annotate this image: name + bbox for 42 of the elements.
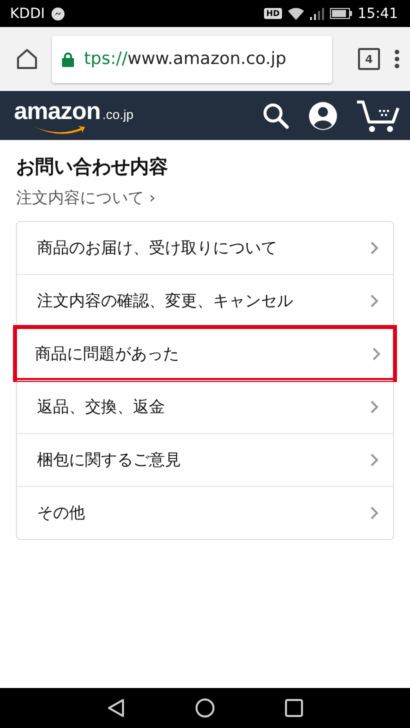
option-label: 返品、交換、返金 [37,396,165,418]
smile-arrow-icon [34,124,86,134]
url-text: tps://www.amazon.co.jp [84,49,286,69]
option-item[interactable]: その他 [17,486,393,539]
cart-icon[interactable] [356,98,400,132]
option-label: 注文内容の確認、変更、キャンセル [37,290,293,312]
option-label: その他 [37,502,85,524]
option-item[interactable]: 返品、交換、返金 [17,380,393,433]
chevron-icon [370,294,379,308]
option-item[interactable]: 商品に問題があった [15,327,395,380]
chevron-icon [370,506,379,520]
lock-icon [62,52,74,66]
account-icon[interactable] [308,100,338,130]
chevron-icon [370,400,379,414]
home-circle-icon[interactable] [195,698,215,718]
chevron-icon [370,453,379,467]
option-item[interactable]: 注文内容の確認、変更、キャンセル [17,274,393,327]
hd-badge: HD [264,8,282,19]
option-item[interactable]: 商品のお届け、受け取りについて [17,222,393,274]
home-icon[interactable] [16,48,38,70]
signal-icon [310,8,324,20]
tab-count-button[interactable]: 4 [358,48,380,70]
battery-icon [330,8,352,19]
search-icon[interactable] [262,102,290,130]
wifi-icon [288,8,304,20]
messenger-icon [50,6,65,20]
clock-text: 15:41 [358,6,398,22]
option-label: 梱包に関するご意見 [37,450,181,470]
option-label: 商品のお届け、受け取りについて [37,238,277,258]
breadcrumb-link[interactable]: 注文内容について › [16,188,156,209]
carrier-text: KDDI [10,6,45,22]
logo-text[interactable]: amazon [14,98,100,126]
menu-icon[interactable] [394,49,400,69]
chevron-icon [370,241,379,255]
option-label: 商品に問題があった [35,344,179,364]
address-bar[interactable]: tps://www.amazon.co.jp [52,36,332,82]
back-icon[interactable] [107,698,125,718]
logo-suffix: .co.jp [102,106,134,122]
recents-icon[interactable] [285,699,303,717]
option-item[interactable]: 梱包に関するご意見 [17,433,393,486]
chevron-icon [372,347,381,361]
page-title: お問い合わせ内容 [16,155,169,180]
